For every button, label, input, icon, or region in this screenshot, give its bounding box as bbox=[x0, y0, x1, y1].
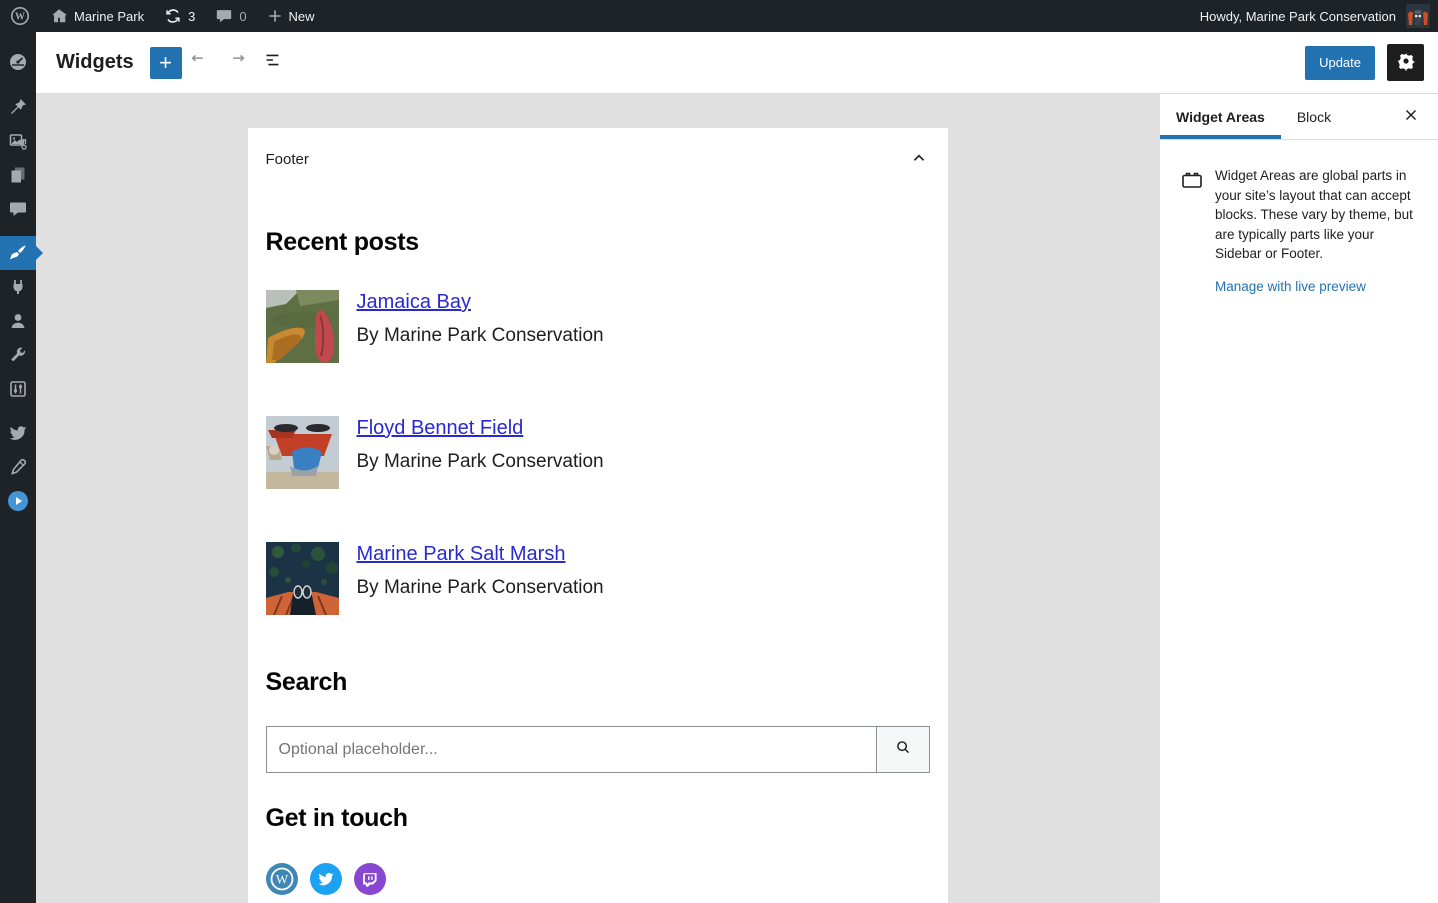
updates-icon bbox=[164, 7, 182, 25]
twitch-social-icon[interactable] bbox=[354, 863, 386, 895]
updates-count: 3 bbox=[188, 9, 195, 24]
undo-icon bbox=[189, 49, 211, 77]
sidebar-item-appearance[interactable] bbox=[0, 236, 36, 270]
editor-canvas: Footer Recent posts Jamaica Bay By Marin… bbox=[36, 94, 1159, 903]
widget-area-icon bbox=[1180, 166, 1204, 294]
search-block bbox=[266, 726, 930, 773]
comments-icon bbox=[215, 7, 233, 25]
sidebar-item-users[interactable] bbox=[0, 304, 36, 338]
social-icons-block: W bbox=[266, 863, 930, 903]
updates-menu[interactable]: 3 bbox=[154, 0, 205, 32]
settings-button[interactable] bbox=[1387, 44, 1424, 81]
panel-description: Widget Areas are global parts in your si… bbox=[1215, 166, 1420, 264]
sidebar-item-twitter[interactable] bbox=[0, 416, 36, 450]
comments-count: 0 bbox=[239, 9, 246, 24]
howdy-text: Howdy, Marine Park Conservation bbox=[1200, 9, 1396, 24]
search-submit-button[interactable] bbox=[876, 727, 929, 772]
list-item: Jamaica Bay By Marine Park Conservation bbox=[266, 290, 930, 363]
list-item: Floyd Bennet Field By Marine Park Conser… bbox=[266, 416, 930, 489]
home-icon bbox=[50, 7, 68, 25]
new-label: New bbox=[289, 9, 315, 24]
account-menu[interactable]: Howdy, Marine Park Conservation bbox=[1190, 0, 1398, 32]
post-link[interactable]: Jamaica Bay bbox=[357, 291, 472, 313]
widget-area-title: Footer bbox=[266, 151, 309, 168]
media-icon bbox=[8, 131, 28, 151]
comments-bubble-icon bbox=[8, 199, 28, 219]
paintbrush-icon bbox=[8, 243, 28, 263]
list-item: Marine Park Salt Marsh By Marine Park Co… bbox=[266, 542, 930, 615]
admin-bar: W Marine Park 3 0 New Howdy, Marine Park… bbox=[0, 0, 1438, 32]
manage-live-preview-link[interactable]: Manage with live preview bbox=[1215, 279, 1366, 294]
collapse-button[interactable] bbox=[908, 147, 930, 172]
close-icon bbox=[1402, 106, 1420, 127]
list-view-icon bbox=[261, 49, 283, 77]
user-icon bbox=[8, 311, 28, 331]
play-circle-icon bbox=[7, 490, 29, 512]
editor-header: Widgets + Update bbox=[36, 32, 1438, 94]
wordpress-logo-icon: W bbox=[10, 6, 30, 26]
sidebar-item-edit[interactable] bbox=[0, 450, 36, 484]
sidebar-item-tools[interactable] bbox=[0, 338, 36, 372]
block-inserter-button[interactable]: + bbox=[150, 47, 182, 79]
gear-icon bbox=[1396, 51, 1416, 74]
wrench-icon bbox=[8, 345, 28, 365]
redo-button[interactable] bbox=[218, 45, 254, 81]
sidebar-item-posts[interactable] bbox=[0, 90, 36, 124]
post-byline: By Marine Park Conservation bbox=[357, 577, 604, 599]
svg-text:W: W bbox=[15, 12, 25, 23]
chevron-up-icon bbox=[908, 147, 930, 172]
sidebar-item-media[interactable] bbox=[0, 124, 36, 158]
post-link[interactable]: Floyd Bennet Field bbox=[357, 417, 524, 439]
post-byline: By Marine Park Conservation bbox=[357, 325, 604, 347]
post-thumbnail-marine-park-salt-marsh bbox=[266, 542, 339, 615]
close-panel-button[interactable] bbox=[1398, 102, 1424, 131]
search-input[interactable] bbox=[267, 727, 876, 772]
admin-sidebar bbox=[0, 32, 36, 903]
post-thumbnail-floyd-bennet-field bbox=[266, 416, 339, 489]
dashboard-icon bbox=[8, 52, 28, 72]
search-heading: Search bbox=[266, 668, 930, 697]
new-content-menu[interactable]: New bbox=[257, 0, 325, 32]
sidebar-item-plugins[interactable] bbox=[0, 270, 36, 304]
magnifier-icon bbox=[892, 737, 914, 762]
post-thumbnail-jamaica-bay bbox=[266, 290, 339, 363]
avatar[interactable] bbox=[1406, 4, 1430, 28]
tab-block[interactable]: Block bbox=[1281, 94, 1347, 139]
post-link[interactable]: Marine Park Salt Marsh bbox=[357, 543, 566, 565]
sliders-icon bbox=[8, 379, 28, 399]
post-byline: By Marine Park Conservation bbox=[357, 451, 604, 473]
sidebar-item-settings[interactable] bbox=[0, 372, 36, 406]
plus-icon bbox=[267, 8, 283, 24]
undo-button[interactable] bbox=[182, 45, 218, 81]
sidebar-item-video[interactable] bbox=[0, 484, 36, 518]
twitter-social-icon[interactable] bbox=[310, 863, 342, 895]
widget-area-footer: Footer Recent posts Jamaica Bay By Marin… bbox=[248, 128, 948, 903]
page-title: Widgets bbox=[56, 51, 134, 74]
get-in-touch-heading: Get in touch bbox=[266, 804, 930, 833]
twitter-bird-icon bbox=[8, 423, 28, 443]
comments-menu[interactable]: 0 bbox=[205, 0, 256, 32]
pencil-icon bbox=[8, 457, 28, 477]
site-name: Marine Park bbox=[74, 9, 144, 24]
sidebar-item-comments[interactable] bbox=[0, 192, 36, 226]
wordpress-social-icon[interactable]: W bbox=[266, 863, 298, 895]
sidebar-item-dashboard[interactable] bbox=[0, 45, 36, 79]
sidebar-item-pages[interactable] bbox=[0, 158, 36, 192]
panel-tabs: Widget Areas Block bbox=[1160, 94, 1438, 140]
plug-icon bbox=[8, 277, 28, 297]
pages-icon bbox=[8, 165, 28, 185]
wordpress-logo-menu[interactable]: W bbox=[0, 0, 40, 32]
redo-icon bbox=[225, 49, 247, 77]
widget-area-header[interactable]: Footer bbox=[266, 147, 930, 171]
site-menu[interactable]: Marine Park bbox=[40, 0, 154, 32]
pushpin-icon bbox=[8, 97, 28, 117]
list-view-button[interactable] bbox=[254, 45, 290, 81]
tab-widget-areas[interactable]: Widget Areas bbox=[1160, 94, 1281, 139]
settings-panel: Widget Areas Block Widget Areas are glob… bbox=[1159, 94, 1438, 903]
recent-posts-heading: Recent posts bbox=[266, 228, 930, 257]
svg-text:W: W bbox=[275, 872, 288, 887]
update-button[interactable]: Update bbox=[1305, 46, 1375, 80]
